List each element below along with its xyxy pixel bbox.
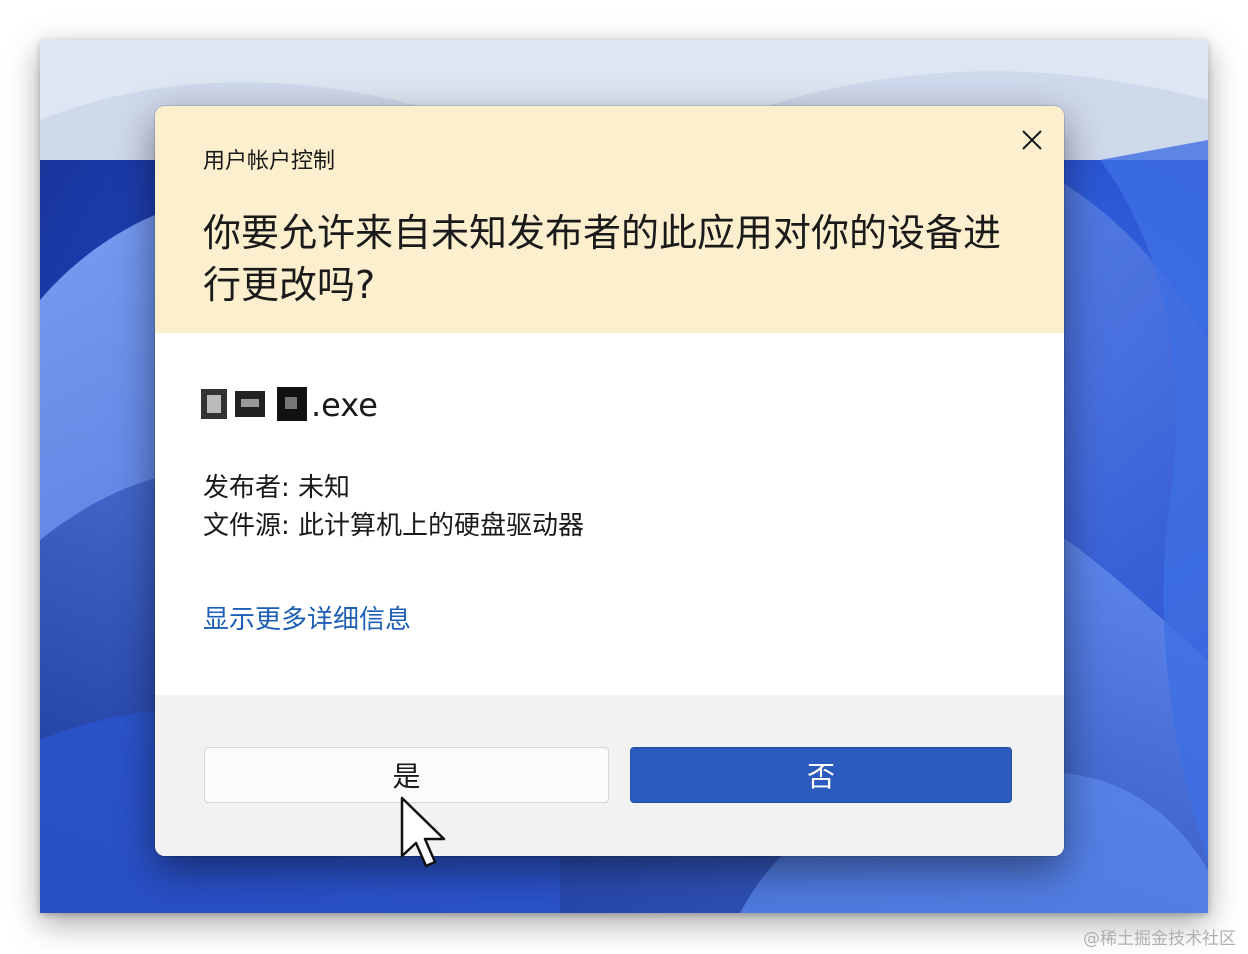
permission-question: 你要允许来自未知发布者的此应用对你的设备进行更改吗?	[203, 211, 1002, 307]
uac-dialog: 用户帐户控制 你要允许来自未知发布者的此应用对你的设备进行更改吗? .exe 发…	[155, 106, 1064, 856]
watermark: @稀土掘金技术社区	[1083, 929, 1236, 949]
file-source-info: 文件源: 此计算机上的硬盘驱动器	[203, 511, 585, 541]
app-extension: .exe	[311, 386, 378, 424]
redacted-app-name	[201, 387, 309, 423]
dialog-title: 用户帐户控制	[203, 149, 336, 174]
dialog-body: .exe 发布者: 未知 文件源: 此计算机上的硬盘驱动器 显示更多详细信息	[155, 333, 1064, 695]
dialog-header: 用户帐户控制 你要允许来自未知发布者的此应用对你的设备进行更改吗?	[155, 106, 1064, 333]
close-icon	[1022, 130, 1042, 150]
close-button[interactable]	[1009, 120, 1055, 160]
no-button[interactable]: 否	[630, 747, 1012, 803]
dialog-footer: 是 否	[155, 695, 1064, 856]
show-more-details-link[interactable]: 显示更多详细信息	[203, 599, 411, 636]
mouse-cursor-icon	[400, 796, 446, 868]
app-name: .exe	[201, 385, 378, 425]
publisher-info: 发布者: 未知	[203, 473, 351, 503]
yes-button[interactable]: 是	[204, 747, 609, 803]
